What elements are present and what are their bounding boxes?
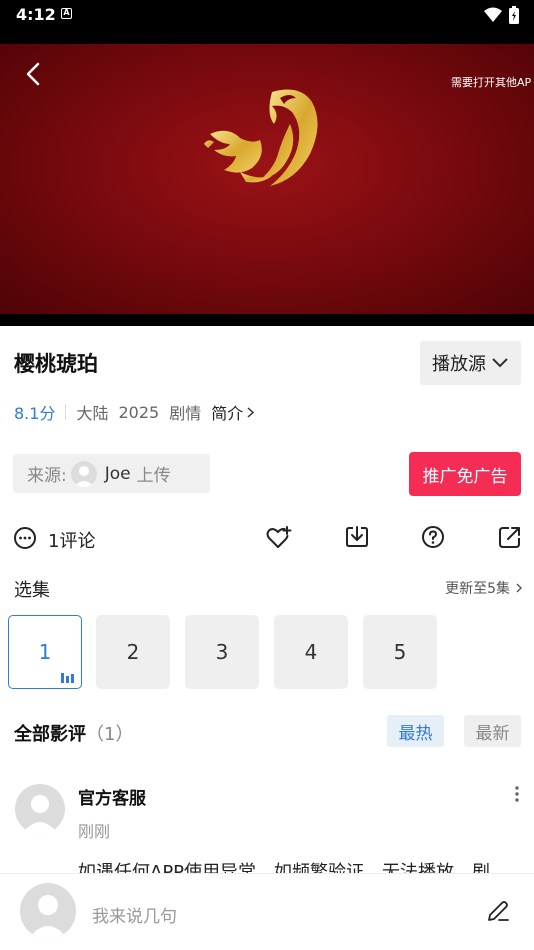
episode-number: 1: [38, 640, 52, 664]
video-player[interactable]: 需要打开其他AP: [0, 36, 534, 326]
avatar: [20, 883, 76, 939]
review-time: 刚刚: [78, 822, 111, 841]
playing-indicator-icon: [61, 673, 74, 683]
reviews-title: 全部影评（1）: [14, 720, 133, 746]
play-source-label: 播放源: [432, 354, 486, 375]
phoenix-logo-icon: [204, 89, 318, 186]
sort-new-button[interactable]: 最新: [464, 715, 521, 747]
source-label: 来源:: [27, 466, 67, 486]
battery-icon: [509, 6, 519, 24]
movie-title: 樱桃琥珀: [14, 352, 98, 376]
status-time: 4:12: [16, 5, 56, 24]
upload-suffix: 上传: [136, 466, 171, 486]
episode-number: 2: [126, 640, 140, 664]
intro-label: 简介: [211, 404, 244, 423]
remove-ads-button[interactable]: 推广免广告: [409, 452, 521, 496]
uploader-avatar: [70, 460, 97, 487]
reviews-title-label: 全部影评: [14, 724, 86, 745]
favorite-add-icon[interactable]: [266, 525, 292, 551]
avatar[interactable]: [15, 784, 65, 834]
download-icon[interactable]: [345, 525, 369, 549]
share-icon[interactable]: [498, 525, 522, 549]
comment-input[interactable]: 我来说几句: [92, 902, 177, 927]
edit-pencil-icon[interactable]: [486, 899, 510, 923]
movie-score: 8.1分: [14, 404, 56, 423]
episode-number: 3: [215, 640, 229, 664]
movie-meta: 8.1分 大陆 2025 剧情 简介: [14, 400, 255, 424]
action-row: 1评论: [0, 520, 534, 556]
comment-icon[interactable]: [13, 526, 37, 550]
comment-count[interactable]: 1评论: [48, 527, 95, 553]
play-source-button[interactable]: 播放源: [420, 341, 521, 385]
more-options-icon[interactable]: [512, 785, 522, 803]
episode-number: 5: [393, 640, 407, 664]
episodes-update-text: 更新至5集: [445, 581, 510, 597]
back-arrow-icon[interactable]: [22, 62, 46, 86]
episode-item-3[interactable]: 3: [185, 615, 259, 689]
divider: [65, 404, 67, 420]
chevron-right-icon: [516, 583, 522, 593]
episode-number: 4: [304, 640, 318, 664]
review-author[interactable]: 官方客服: [78, 784, 146, 809]
sort-hot-button[interactable]: 最热: [387, 715, 444, 747]
uploader-name: Joe: [104, 463, 131, 484]
video-frame: 需要打开其他AP: [0, 44, 534, 314]
open-app-hint: 需要打开其他AP: [451, 76, 532, 89]
review-text: 如遇任何APP使用异常，如频繁验证，无法播放，剧: [78, 862, 491, 873]
chevron-right-icon: [247, 406, 255, 418]
notification-icon: A: [61, 8, 72, 19]
wifi-icon: [484, 7, 502, 22]
comment-bar: 我来说几句: [0, 873, 534, 950]
movie-year: 2025: [118, 402, 160, 422]
episode-item-5[interactable]: 5: [363, 615, 437, 689]
help-icon[interactable]: [421, 525, 445, 549]
uploader-tag[interactable]: 来源: Joe 上传: [13, 454, 210, 493]
episodes-update-link[interactable]: 更新至5集: [445, 578, 522, 598]
episodes-title: 选集: [14, 580, 50, 601]
reviews-count: （1）: [86, 724, 134, 745]
episode-item-4[interactable]: 4: [274, 615, 348, 689]
chevron-down-icon: [492, 358, 508, 368]
status-bar: 4:12 A: [0, 0, 534, 36]
movie-genre: 剧情: [169, 404, 202, 423]
episode-item-1[interactable]: 1: [8, 615, 82, 689]
movie-region: 大陆: [76, 404, 109, 423]
intro-link[interactable]: 简介: [211, 400, 255, 424]
episode-item-2[interactable]: 2: [96, 615, 170, 689]
